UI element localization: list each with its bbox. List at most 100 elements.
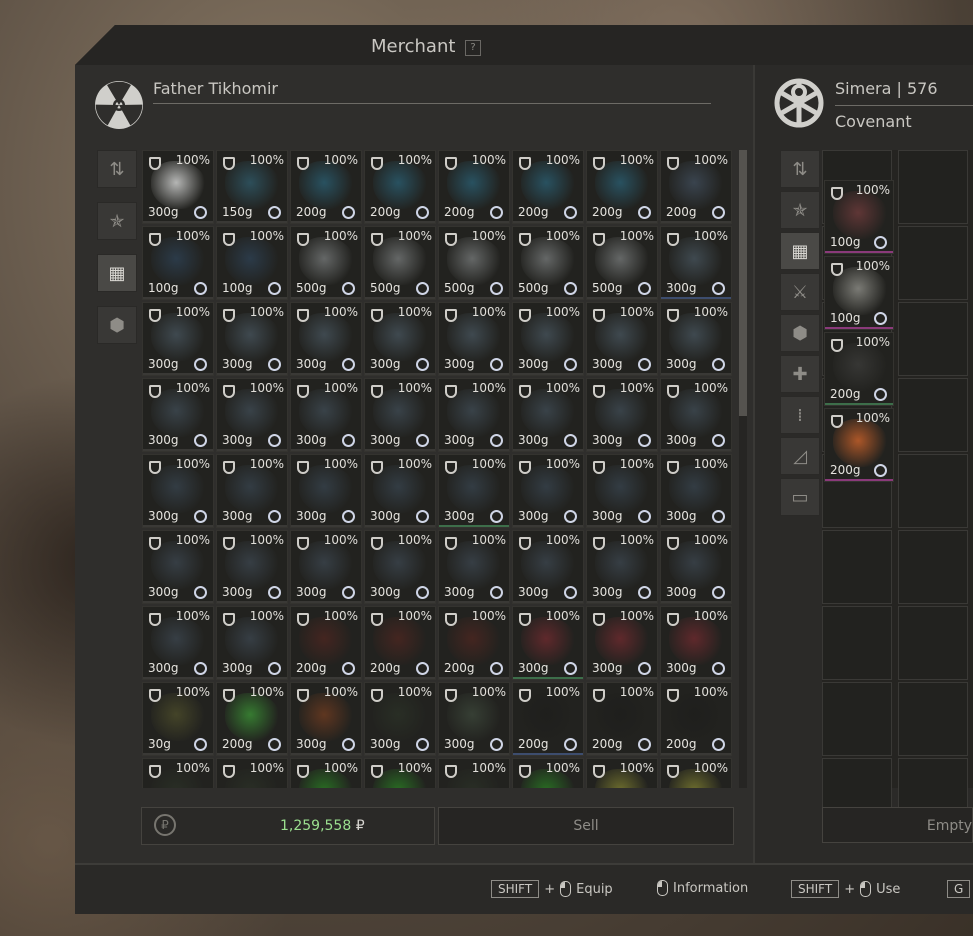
item-slot[interactable]: 100% 300g: [364, 454, 436, 528]
star-filter-button[interactable]: ✯: [780, 191, 820, 229]
empty-slot[interactable]: [898, 530, 968, 604]
item-slot[interactable]: 100% 300g: [290, 378, 362, 452]
item-slot[interactable]: 100% 300g: [512, 378, 584, 452]
item-slot[interactable]: 100% 300g: [216, 530, 288, 604]
item-slot[interactable]: 100% 300g: [216, 302, 288, 376]
item-slot[interactable]: 100% 300g: [660, 226, 732, 300]
item-slot[interactable]: 100% 300g: [142, 530, 214, 604]
item-slot[interactable]: 100% 150g: [216, 150, 288, 224]
item-slot[interactable]: 100% 100g: [824, 180, 894, 254]
item-slot[interactable]: 100%: [216, 758, 288, 788]
item-slot[interactable]: 100% 200g: [290, 150, 362, 224]
item-slot[interactable]: 100% 200g: [216, 682, 288, 756]
item-slot[interactable]: 100% 300g: [364, 682, 436, 756]
item-slot[interactable]: 100% 100g: [824, 256, 894, 330]
empty-slot[interactable]: [898, 378, 968, 452]
item-slot[interactable]: 100% 300g: [216, 606, 288, 680]
misc-filter-button[interactable]: ◿: [780, 437, 820, 475]
grid-view-button[interactable]: ▦: [97, 254, 137, 292]
item-slot[interactable]: 100% 300g: [660, 378, 732, 452]
item-slot[interactable]: 100% 200g: [290, 606, 362, 680]
empty-button[interactable]: Empty: [822, 807, 973, 843]
artifact-filter-button[interactable]: ⬢: [780, 314, 820, 352]
item-slot[interactable]: 100% 300g: [438, 378, 510, 452]
item-slot[interactable]: 100% 300g: [586, 454, 658, 528]
item-slot[interactable]: 100% 200g: [824, 332, 894, 406]
star-filter-button[interactable]: ✯: [97, 202, 137, 240]
item-slot[interactable]: 100% 300g: [586, 302, 658, 376]
item-slot[interactable]: 100% 300g: [660, 530, 732, 604]
item-slot[interactable]: 100% 200g: [438, 606, 510, 680]
sell-button[interactable]: Sell: [438, 807, 734, 845]
item-slot[interactable]: 100% 300g: [438, 454, 510, 528]
item-slot[interactable]: 100%: [438, 758, 510, 788]
empty-slot[interactable]: [822, 682, 892, 756]
item-slot[interactable]: 100% 500g: [512, 226, 584, 300]
weapon-filter-button[interactable]: ⚔: [780, 273, 820, 311]
item-slot[interactable]: 100% 300g: [438, 682, 510, 756]
item-slot[interactable]: 100% 200g: [512, 682, 584, 756]
item-slot[interactable]: 100% 300g: [142, 454, 214, 528]
empty-slot[interactable]: [822, 530, 892, 604]
empty-slot[interactable]: [898, 454, 968, 528]
item-slot[interactable]: 100% 200g: [586, 682, 658, 756]
empty-slot[interactable]: [898, 226, 968, 300]
item-slot[interactable]: 100% 300g: [142, 378, 214, 452]
item-slot[interactable]: 100%: [512, 758, 584, 788]
sort-button[interactable]: ⇅: [780, 150, 820, 188]
item-slot[interactable]: 100% 300g: [290, 454, 362, 528]
item-slot[interactable]: 100% 100g: [216, 226, 288, 300]
item-slot[interactable]: 100% 300g: [660, 454, 732, 528]
grid-view-button[interactable]: ▦: [780, 232, 820, 270]
item-slot[interactable]: 100% 300g: [438, 302, 510, 376]
item-slot[interactable]: 100% 300g: [290, 302, 362, 376]
sort-button[interactable]: ⇅: [97, 150, 137, 188]
item-slot[interactable]: 100% 300g: [512, 454, 584, 528]
item-slot[interactable]: 100% 200g: [660, 150, 732, 224]
item-slot[interactable]: 100% 500g: [290, 226, 362, 300]
item-slot[interactable]: 100% 300g: [142, 150, 214, 224]
item-slot[interactable]: 100% 300g: [512, 606, 584, 680]
item-slot[interactable]: 100% 200g: [512, 150, 584, 224]
item-slot[interactable]: 100%: [660, 758, 732, 788]
item-slot[interactable]: 100%: [364, 758, 436, 788]
empty-slot[interactable]: [898, 150, 968, 224]
item-slot[interactable]: 100% 300g: [216, 378, 288, 452]
item-slot[interactable]: 100% 300g: [438, 530, 510, 604]
item-slot[interactable]: 100% 300g: [660, 606, 732, 680]
item-slot[interactable]: 100% 300g: [586, 378, 658, 452]
item-slot[interactable]: 100% 300g: [660, 302, 732, 376]
item-slot[interactable]: 100% 300g: [364, 378, 436, 452]
item-slot[interactable]: 100% 200g: [364, 606, 436, 680]
item-slot[interactable]: 100% 300g: [512, 302, 584, 376]
item-slot[interactable]: 100% 300g: [586, 530, 658, 604]
merchant-scrollbar-thumb[interactable]: [739, 150, 747, 416]
item-slot[interactable]: 100% 100g: [142, 226, 214, 300]
item-slot[interactable]: 100% 500g: [364, 226, 436, 300]
item-slot[interactable]: 100% 500g: [438, 226, 510, 300]
container-filter-button[interactable]: ▭: [780, 478, 820, 516]
ammo-filter-button[interactable]: ⁞: [780, 396, 820, 434]
item-slot[interactable]: 100%: [586, 758, 658, 788]
item-slot[interactable]: 100% 300g: [512, 530, 584, 604]
item-slot[interactable]: 100% 300g: [586, 606, 658, 680]
empty-slot[interactable]: [898, 302, 968, 376]
item-slot[interactable]: 100% 200g: [586, 150, 658, 224]
item-slot[interactable]: 100% 300g: [364, 530, 436, 604]
item-slot[interactable]: 100% 300g: [216, 454, 288, 528]
item-slot[interactable]: 100% 200g: [824, 408, 894, 482]
medkit-filter-button[interactable]: ✚: [780, 355, 820, 393]
item-slot[interactable]: 100% 300g: [290, 530, 362, 604]
help-button[interactable]: ?: [465, 40, 481, 56]
item-slot[interactable]: 100% 300g: [142, 606, 214, 680]
item-slot[interactable]: 100% 30g: [142, 682, 214, 756]
item-slot[interactable]: 100% 300g: [364, 302, 436, 376]
item-slot[interactable]: 100% 200g: [364, 150, 436, 224]
item-slot[interactable]: 100%: [142, 758, 214, 788]
item-slot[interactable]: 100%: [290, 758, 362, 788]
item-slot[interactable]: 100% 200g: [438, 150, 510, 224]
empty-slot[interactable]: [898, 606, 968, 680]
item-slot[interactable]: 100% 200g: [660, 682, 732, 756]
item-slot[interactable]: 100% 300g: [142, 302, 214, 376]
item-slot[interactable]: 100% 300g: [290, 682, 362, 756]
